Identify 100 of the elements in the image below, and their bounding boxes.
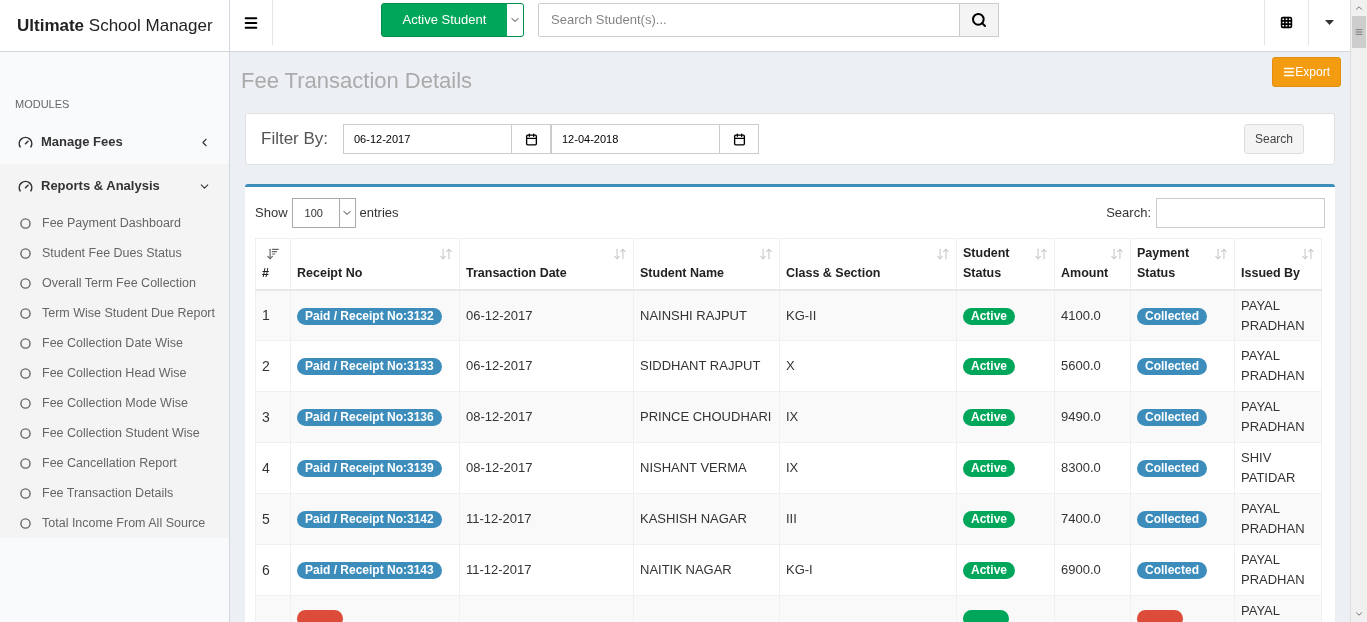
section-heading: MODULES <box>14 97 71 112</box>
sidebar-item[interactable]: Total Income From All Source <box>0 508 229 538</box>
circle-icon <box>20 307 31 319</box>
class-cell: III <box>779 493 957 545</box>
class-cell: X <box>779 340 957 392</box>
name-cell: PRINCE CHOUDHARI <box>633 391 780 443</box>
amount-cell: 6900.0 <box>1054 544 1131 596</box>
search-button[interactable] <box>960 3 999 37</box>
show-label: Show <box>255 204 288 223</box>
calendar-button[interactable] <box>512 124 551 154</box>
class-cell: KG-II <box>779 289 957 341</box>
issued-by-cell: PAYAL PRADHAN <box>1234 544 1322 596</box>
brand-title: Ultimate School Manager <box>0 0 230 51</box>
sidebar-item[interactable]: Overall Term Fee Collection <box>0 268 229 298</box>
sidebar-group[interactable]: Manage Fees <box>0 120 229 164</box>
circle-icon <box>20 457 31 469</box>
circle-icon <box>20 397 31 409</box>
active-badge: Active <box>963 358 1016 376</box>
class-cell: IX <box>779 391 957 443</box>
issued-by-cell: PAYAL PRADHAN <box>1234 391 1322 443</box>
date-cell: 08-12-2017 <box>459 442 634 494</box>
date-cell: 06-12-2017 <box>459 340 634 392</box>
student-search-field[interactable]: Search Student(s)... <box>538 3 960 37</box>
date-cell: 08-12-2017 <box>459 391 634 443</box>
caret-icon <box>1325 20 1334 25</box>
grid-icon <box>1280 16 1293 29</box>
dashboard-icon <box>18 134 33 150</box>
sort-icon <box>1110 247 1124 261</box>
active-badge: Active <box>963 562 1016 580</box>
sidebar-item[interactable]: Fee Transaction Details <box>0 478 229 508</box>
sort-ascending-icon <box>266 247 280 261</box>
paid-badge: Paid / Receipt No:3132 <box>297 307 442 325</box>
row-number: 4 <box>255 442 291 494</box>
entries-select[interactable]: 100 <box>291 198 356 228</box>
active-badge: Active <box>963 307 1016 325</box>
list-icon <box>1283 66 1296 78</box>
sidebar-item[interactable]: Fee Collection Date Wise <box>0 328 229 358</box>
row-number: 3 <box>255 391 291 443</box>
collected-badge: Collected <box>1137 409 1207 427</box>
active-badge: Active <box>963 460 1016 478</box>
search-button[interactable]: Search <box>1243 124 1304 154</box>
column-header[interactable]: Student Name <box>633 238 780 290</box>
circle-icon <box>20 427 31 439</box>
name-cell: SIDDHANT RAJPUT <box>633 340 780 392</box>
sort-icon <box>1301 247 1315 261</box>
amount-cell: 5600.0 <box>1054 340 1131 392</box>
circle-icon <box>20 247 31 259</box>
sidebar-item[interactable]: Fee Collection Mode Wise <box>0 388 229 418</box>
date-cell: 11-12-2017 <box>459 544 634 596</box>
date-cell: 06-12-2017 <box>459 289 634 341</box>
column-header[interactable]: Class & Section <box>779 238 957 290</box>
issued-by-cell: SHIV PATIDAR <box>1234 442 1322 494</box>
collected-badge: Collected <box>1137 358 1207 376</box>
sidebar-item[interactable]: Fee Payment Dashboard <box>0 208 229 238</box>
column-header[interactable]: Transaction Date <box>459 238 634 290</box>
class-cell: IX <box>779 442 957 494</box>
page-title: Fee Transaction Details <box>241 67 473 95</box>
amount-cell: 8300.0 <box>1054 442 1131 494</box>
row-number: 2 <box>255 340 291 392</box>
sort-icon <box>1214 247 1228 261</box>
column-header[interactable]: Receipt No <box>290 238 460 290</box>
name-cell: NAITIK NAGAR <box>633 544 780 596</box>
column-header[interactable]: Issued By <box>1234 238 1322 290</box>
collected-badge: Collected <box>1137 307 1207 325</box>
sidebar-item[interactable]: Fee Collection Student Wise <box>0 418 229 448</box>
sidebar-item[interactable]: Fee Collection Head Wise <box>0 358 229 388</box>
name-cell: KASHISH NAGAR <box>633 493 780 545</box>
class-cell: KG-I <box>779 544 957 596</box>
menu-icon <box>243 14 259 31</box>
amount-cell: 7400.0 <box>1054 493 1131 545</box>
calendar-button[interactable] <box>720 124 759 154</box>
active-badge: Active <box>963 511 1016 529</box>
table-search-field[interactable] <box>1156 198 1325 228</box>
sort-icon <box>613 247 627 261</box>
column-header[interactable]: Student Status <box>956 238 1055 290</box>
from-date-field[interactable]: 06-12-2017 <box>343 124 512 154</box>
column-header[interactable]: Amount <box>1054 238 1131 290</box>
scroll-bar[interactable] <box>1350 0 1367 622</box>
name-cell: NAINSHI RAJPUT <box>633 289 780 341</box>
sort-icon <box>936 247 950 261</box>
issued-by-cell: PAYAL PRADHAN <box>1234 289 1322 341</box>
sort-icon <box>439 247 453 261</box>
sidebar-item[interactable]: Student Fee Dues Status <box>0 238 229 268</box>
sort-icon <box>759 247 773 261</box>
circle-icon <box>20 487 31 499</box>
row-number: 5 <box>255 493 291 545</box>
paid-badge: Paid / Receipt No:3143 <box>297 562 442 580</box>
search-icon <box>971 12 987 28</box>
sidebar-group[interactable]: Reports & Analysis <box>0 164 229 208</box>
filter-label: Filter By: <box>261 128 330 151</box>
sidebar-item[interactable]: Fee Cancellation Report <box>0 448 229 478</box>
circle-icon <box>20 367 31 379</box>
column-header[interactable]: Payment Status <box>1130 238 1235 290</box>
paid-badge: Paid / Receipt No:3142 <box>297 511 442 529</box>
amount-cell: 9490.0 <box>1054 391 1131 443</box>
row-number: 6 <box>255 544 291 596</box>
column-header[interactable]: # <box>255 238 291 290</box>
scroll-down-icon <box>1354 609 1364 619</box>
to-date-field[interactable]: 12-04-2018 <box>551 124 720 154</box>
sidebar-item[interactable]: Term Wise Student Due Report <box>0 298 229 328</box>
